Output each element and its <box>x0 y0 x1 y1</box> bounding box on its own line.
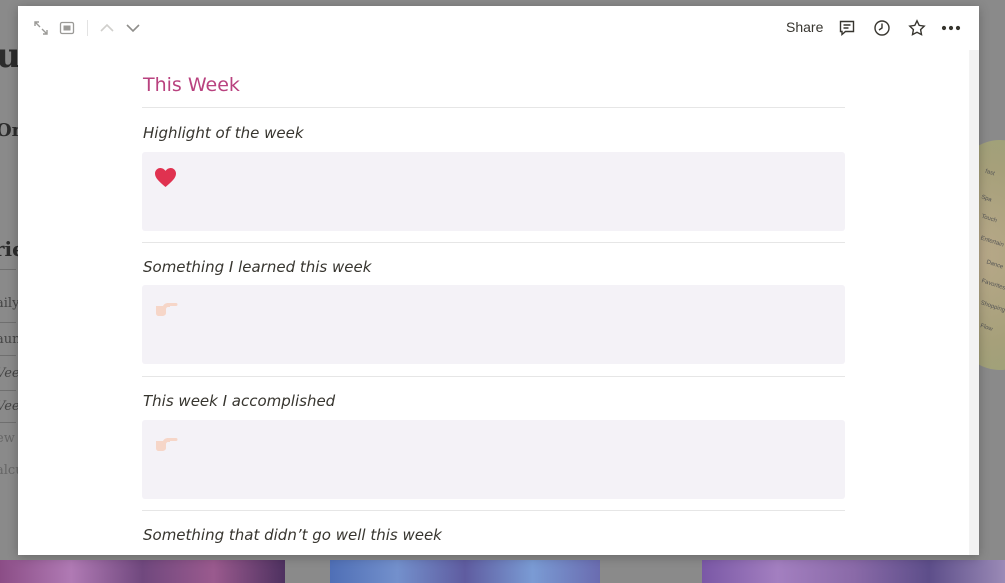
section-heading: This week I accomplished <box>143 392 336 410</box>
background-divider <box>0 355 16 356</box>
gallery-card-cover <box>330 560 600 583</box>
section-divider <box>142 376 845 377</box>
pointing-hand-icon <box>154 300 178 323</box>
background-divider <box>0 422 16 423</box>
peek-mode-icon[interactable] <box>57 18 77 38</box>
background-list-item: aily <box>0 296 20 311</box>
callout-block[interactable] <box>142 285 845 364</box>
section-heading: Something that didn’t go well this week <box>143 526 442 544</box>
page-peek-modal: Share This Week Highlight of the week So… <box>18 6 979 555</box>
callout-block[interactable] <box>142 152 845 231</box>
section-heading: Something I learned this week <box>143 258 372 276</box>
expand-icon[interactable] <box>31 18 51 38</box>
star-icon[interactable] <box>907 18 927 38</box>
chevron-down-icon[interactable] <box>123 18 143 38</box>
section-divider <box>142 242 845 243</box>
toolbar-separator <box>87 20 88 36</box>
chevron-up-icon[interactable] <box>97 18 117 38</box>
background-list-item: Vee <box>0 399 20 414</box>
heart-icon <box>154 167 177 193</box>
callout-block[interactable] <box>142 420 845 499</box>
comment-icon[interactable] <box>837 18 857 38</box>
section-heading: Highlight of the week <box>143 124 304 142</box>
more-icon[interactable] <box>941 18 961 38</box>
gallery-card-cover <box>702 560 1005 583</box>
modal-scrollbar[interactable] <box>969 50 979 555</box>
page-title: This Week <box>143 74 240 96</box>
background-divider <box>0 390 16 391</box>
background-list-item: ew <box>0 431 15 446</box>
title-divider <box>142 107 845 108</box>
gallery-card-cover <box>0 560 285 583</box>
section-divider <box>142 510 845 511</box>
pointing-hand-icon <box>154 435 178 458</box>
background-list-item: Vee <box>0 366 20 381</box>
modal-topbar: Share <box>18 6 979 50</box>
share-button[interactable]: Share <box>786 19 823 35</box>
background-divider <box>0 322 16 323</box>
clock-icon[interactable] <box>872 18 892 38</box>
background-divider <box>0 269 16 270</box>
